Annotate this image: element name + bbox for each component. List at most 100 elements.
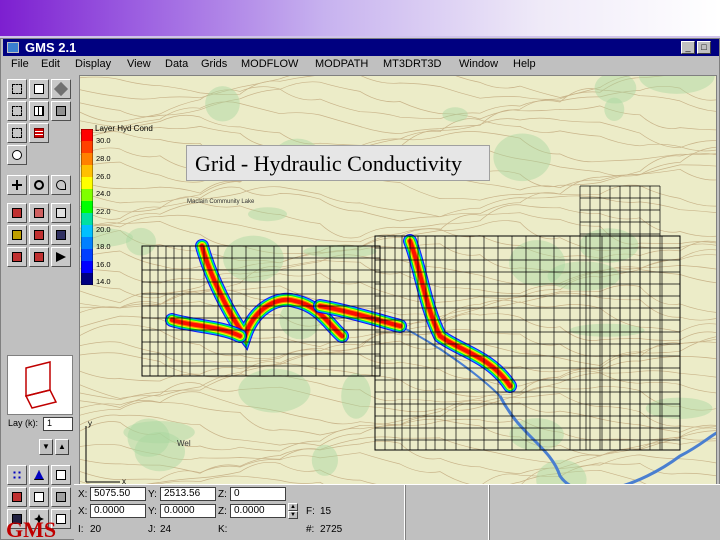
legend-swatch: [81, 213, 93, 226]
status-up-icon[interactable]: ▲: [288, 503, 298, 511]
side-view-tool[interactable]: [29, 225, 49, 245]
zoom-tool[interactable]: [29, 175, 49, 195]
menu-mt3d[interactable]: MT3DRT3D: [383, 58, 441, 70]
grid-view[interactable]: [80, 76, 717, 485]
select-cells-icon: [34, 128, 44, 138]
cube-tool[interactable]: [7, 247, 27, 267]
status-y-field: 2513.56: [160, 487, 216, 501]
tin-icon: [34, 470, 44, 480]
ortho-tool[interactable]: [29, 203, 49, 223]
legend-label-18: 18.0: [96, 242, 111, 251]
layer-preview: [7, 355, 73, 415]
menu-edit[interactable]: Edit: [41, 58, 60, 70]
menu-grids[interactable]: Grids: [201, 58, 227, 70]
tin-tool[interactable]: [29, 465, 49, 485]
status-f-label: F:: [306, 506, 315, 517]
menu-bar: File Edit Display View Data Grids MODFLO…: [3, 57, 719, 73]
borehole-icon: [56, 470, 66, 480]
select-column-tool[interactable]: [7, 101, 27, 121]
menu-display[interactable]: Display: [75, 58, 111, 70]
legend-label-30: 30.0: [96, 136, 111, 145]
menu-window[interactable]: Window: [459, 58, 498, 70]
oblique-tool[interactable]: [51, 203, 71, 223]
refresh-tool[interactable]: [51, 225, 71, 245]
layer-up-icon[interactable]: ▲: [55, 439, 69, 455]
title-bar[interactable]: GMS 2.1 _ □: [3, 39, 719, 56]
frame-tool[interactable]: [7, 203, 27, 223]
menu-modpath[interactable]: MODPATH: [315, 58, 368, 70]
status-x2-field[interactable]: 0.0000: [90, 504, 146, 518]
create-point-icon: [12, 150, 22, 160]
status-x-field: 5075.50: [90, 487, 146, 501]
legend-label-20: 20.0: [96, 225, 111, 234]
select-row-tool[interactable]: [29, 79, 49, 99]
axis-y-label: y: [88, 420, 92, 428]
select-node-tool[interactable]: [7, 123, 27, 143]
status-z2-field[interactable]: 0.0000: [230, 504, 286, 518]
menu-modflow[interactable]: MODFLOW: [241, 58, 298, 70]
layer-down-icon[interactable]: ▼: [39, 439, 53, 455]
solid-tool[interactable]: [7, 487, 27, 507]
vegetation-patch: [248, 207, 287, 222]
status-hash-value: 2725: [320, 524, 343, 535]
edit-tool[interactable]: [29, 247, 49, 267]
gms-app-icon[interactable]: [7, 42, 19, 53]
status-bar: X: 5075.50 Y: 2513.56 Z: 0 X: 0.0000 Y: …: [74, 484, 720, 540]
vegetation-patch: [126, 227, 156, 256]
menu-view[interactable]: View: [127, 58, 151, 70]
legend-swatch: [81, 165, 93, 178]
map-place-label: Maclain Community Lake: [187, 199, 255, 205]
vegetation-patch: [238, 368, 311, 413]
legend-swatch: [81, 177, 93, 190]
minimize-button[interactable]: _: [681, 41, 695, 54]
vegetation-patch: [569, 323, 645, 337]
front-view-tool[interactable]: [7, 225, 27, 245]
cube-icon: [56, 106, 66, 116]
layer-input[interactable]: 1: [43, 417, 73, 431]
select-cell-tool[interactable]: [7, 79, 27, 99]
status-y-label: Y:: [148, 489, 157, 500]
select-cells-tool[interactable]: [29, 123, 49, 143]
tool-palette: Lay (k): 1 ▼ ▲: [3, 75, 75, 539]
grid-module-tool[interactable]: [51, 487, 71, 507]
zoom-icon: [34, 180, 44, 190]
menu-file[interactable]: File: [11, 58, 29, 70]
contour-line: [80, 284, 716, 317]
status-divider-2: [488, 485, 490, 540]
select-layer-icon: [53, 81, 69, 97]
edit-icon: [34, 252, 44, 262]
legend-label-14: 14.0: [96, 277, 111, 286]
title-banner: [0, 0, 720, 38]
select-layer-tool[interactable]: [51, 79, 71, 99]
vegetation-patch: [134, 431, 185, 472]
ortho-icon: [34, 208, 44, 218]
mesh-tool[interactable]: [29, 487, 49, 507]
scatter-tool[interactable]: [7, 465, 27, 485]
data-tool[interactable]: [51, 247, 71, 267]
rotate-tool[interactable]: [51, 175, 71, 195]
window-title: GMS 2.1: [25, 40, 77, 55]
status-j-label: J:: [148, 524, 156, 535]
map-canvas[interactable]: y x: [79, 75, 717, 485]
grid-icon: [34, 106, 44, 116]
status-hash-label: #:: [306, 524, 315, 535]
contour-line: [80, 269, 716, 304]
status-x2-label: X:: [78, 506, 88, 517]
slide: GMS 2.1 _ □ File Edit Display View Data …: [0, 0, 720, 540]
side-view-icon: [34, 230, 44, 240]
cube-icon: [12, 252, 22, 262]
vegetation-patch: [341, 373, 371, 419]
maximize-button[interactable]: □: [697, 41, 711, 54]
menu-help[interactable]: Help: [513, 58, 536, 70]
legend-label-16: 16.0: [96, 260, 111, 269]
select-block-tool[interactable]: [51, 101, 71, 121]
pan-tool[interactable]: [7, 175, 27, 195]
status-down-icon[interactable]: ▼: [288, 511, 298, 519]
legend-title: Layer Hyd Cond: [95, 124, 153, 133]
vegetation-patch: [205, 86, 240, 122]
status-y2-field[interactable]: 0.0000: [160, 504, 216, 518]
select-grid-tool[interactable]: [29, 101, 49, 121]
borehole-tool[interactable]: [51, 465, 71, 485]
create-point-tool[interactable]: [7, 145, 27, 165]
menu-data[interactable]: Data: [165, 58, 188, 70]
